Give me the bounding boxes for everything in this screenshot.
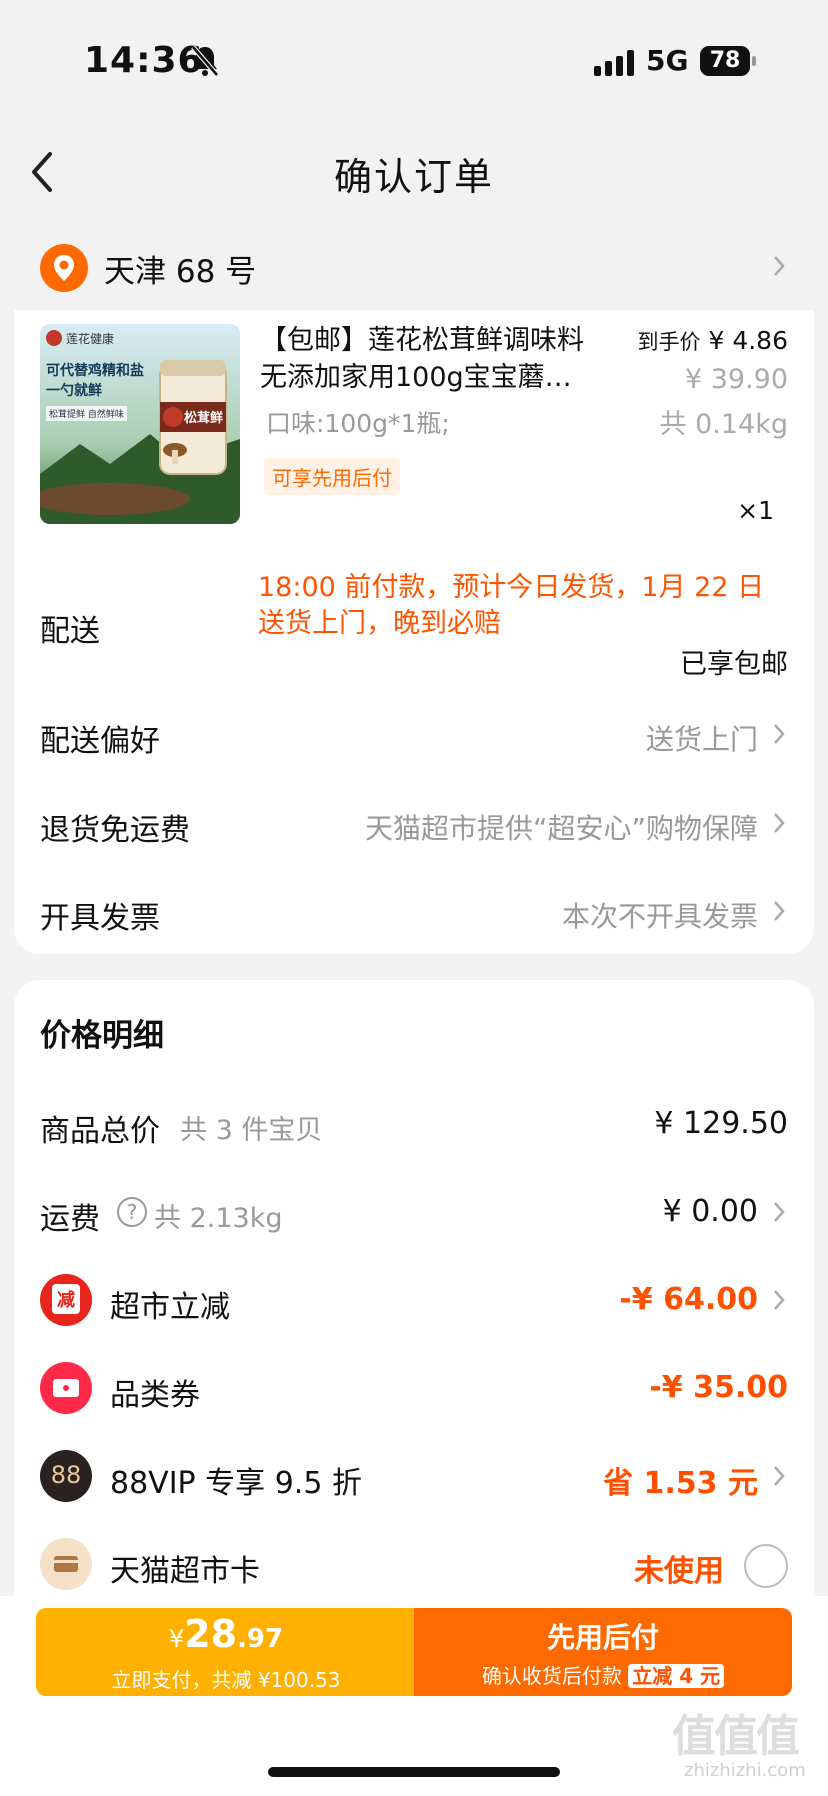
battery-icon: 78 xyxy=(700,46,756,76)
pay-price-symbol: ¥ xyxy=(168,1625,185,1653)
slogan-line2: 一勺就鲜 xyxy=(46,383,102,399)
product-title-line1: 【包邮】莲花松茸鲜调味料 xyxy=(260,325,584,356)
return-shipping-label: 退货免运费 xyxy=(40,813,190,848)
product-image[interactable]: 莲花健康 可代替鸡精和盐 一勺就鲜 松茸提鲜 自然鲜味 松茸鲜 xyxy=(40,324,240,524)
chevron-right-icon xyxy=(774,256,785,276)
slogan-sub: 松茸提鲜 自然鲜味 xyxy=(46,406,127,421)
shipping-weight: 共 2.13kg xyxy=(154,1203,283,1234)
coupon-value: -¥ 35.00 xyxy=(649,1370,788,1405)
market-discount-label: 超市立减 xyxy=(110,1290,230,1325)
home-indicator[interactable] xyxy=(268,1767,560,1777)
chevron-right-icon xyxy=(774,724,785,744)
chevron-right-icon xyxy=(774,1202,785,1222)
delivery-note: 18:00 前付款，预计今日发货，1月 22 日 送货上门，晚到必赔 xyxy=(258,570,778,642)
pay-later-title: 先用后付 xyxy=(546,1621,659,1654)
goods-total-count: 共 3 件宝贝 xyxy=(180,1115,323,1146)
product-title-line2: 无添加家用100g宝宝蘑… xyxy=(260,362,572,393)
return-shipping-value: 天猫超市提供“超安心”购物保障 xyxy=(364,812,758,845)
vip-icon-char: 88 xyxy=(50,1461,82,1489)
product-title[interactable]: 【包邮】莲花松茸鲜调味料 无添加家用100g宝宝蘑… xyxy=(260,322,610,396)
delivery-label: 配送 xyxy=(40,614,100,649)
pay-price-dec: .97 xyxy=(237,1624,284,1654)
goods-total-label: 商品总价 xyxy=(40,1114,160,1149)
product-flavor[interactable]: 口味:100g*1瓶; xyxy=(266,404,450,440)
coupon-label: 品类券 xyxy=(110,1378,200,1413)
brand-label: 莲花健康 xyxy=(66,332,115,346)
chevron-right-icon xyxy=(774,813,785,833)
network-label: 5G xyxy=(646,44,689,77)
store-card-label: 天猫超市卡 xyxy=(110,1554,260,1589)
store-card-radio[interactable] xyxy=(744,1544,788,1588)
store-card-value: 未使用 xyxy=(634,1554,724,1589)
delivery-preference-label: 配送偏好 xyxy=(40,724,160,759)
final-price-label: 到手价 xyxy=(637,330,701,354)
shipping-value: ¥ 0.00 xyxy=(662,1194,758,1229)
original-price: ¥ 39.90 xyxy=(684,364,788,395)
final-price-value: ¥ 4.86 xyxy=(708,326,788,355)
watermark-site: zhizhizhi.com xyxy=(684,1760,806,1781)
jar-label: 松茸鲜 xyxy=(184,411,224,426)
invoice-label: 开具发票 xyxy=(40,901,160,936)
market-discount-value: -¥ 64.00 xyxy=(619,1282,758,1317)
slogan-line1: 可代替鸡精和盐 xyxy=(46,363,144,379)
pay-later-sub: 确认收货后付款 xyxy=(481,1664,622,1688)
coupon-icon xyxy=(40,1362,92,1414)
chevron-right-icon xyxy=(774,901,785,921)
invoice-value: 本次不开具发票 xyxy=(561,900,758,933)
status-time: 14:36 xyxy=(84,40,204,81)
address-text: 天津 68 号 xyxy=(104,254,257,290)
delivery-preference-value: 送货上门 xyxy=(645,723,758,756)
free-shipping: 已享包邮 xyxy=(680,649,788,680)
discount-icon: 减 xyxy=(40,1274,92,1326)
signal-icon xyxy=(594,50,634,76)
vip-88-icon: 88 xyxy=(40,1450,92,1502)
price-detail-title: 价格明细 xyxy=(40,1018,164,1054)
chevron-right-icon xyxy=(774,1466,785,1486)
bell-off-icon xyxy=(191,45,219,77)
watermark: 值值值 xyxy=(672,1711,800,1762)
goods-total-value: ¥ 129.50 xyxy=(654,1106,788,1141)
shipping-label: 运费 xyxy=(40,1202,100,1237)
pay-later-button[interactable]: 先用后付 确认收货后付款 立减 4 元 xyxy=(414,1608,792,1696)
svg-text:?: ? xyxy=(127,1200,138,1224)
discount-icon-char: 减 xyxy=(57,1290,75,1311)
location-pin-icon xyxy=(40,244,88,292)
pay-later-tag: 可享先用后付 xyxy=(264,458,400,495)
pay-price-int: 28 xyxy=(184,1612,238,1656)
brand-logo-icon xyxy=(46,330,62,346)
delivery-note-line2: 送货上门，晚到必赔 xyxy=(258,608,501,639)
help-icon[interactable]: ? xyxy=(116,1196,148,1228)
store-card-icon xyxy=(40,1538,92,1590)
delivery-note-line1: 18:00 前付款，预计今日发货，1月 22 日 xyxy=(258,572,765,603)
pay-later-badge: 立减 4 元 xyxy=(628,1664,725,1688)
product-quantity[interactable]: ×1 xyxy=(737,496,774,525)
battery-level: 78 xyxy=(709,48,741,73)
pay-now-button[interactable]: ¥28.97 立即支付，共减 ¥100.53 xyxy=(36,1608,416,1696)
vip-label: 88VIP 专享 9.5 折 xyxy=(110,1466,362,1501)
pay-price: ¥28.97 xyxy=(36,1614,416,1662)
pay-sub: 立即支付，共减 ¥100.53 xyxy=(111,1668,341,1692)
final-price: 到手价 ¥ 4.86 xyxy=(637,326,788,356)
pay-later-sub-row: 确认收货后付款 立减 4 元 xyxy=(414,1660,792,1689)
page-title: 确认订单 xyxy=(333,155,494,199)
vip-value: 省 1.53 元 xyxy=(603,1466,758,1501)
product-weight: 共 0.14kg xyxy=(659,409,788,440)
chevron-right-icon xyxy=(774,1290,785,1310)
